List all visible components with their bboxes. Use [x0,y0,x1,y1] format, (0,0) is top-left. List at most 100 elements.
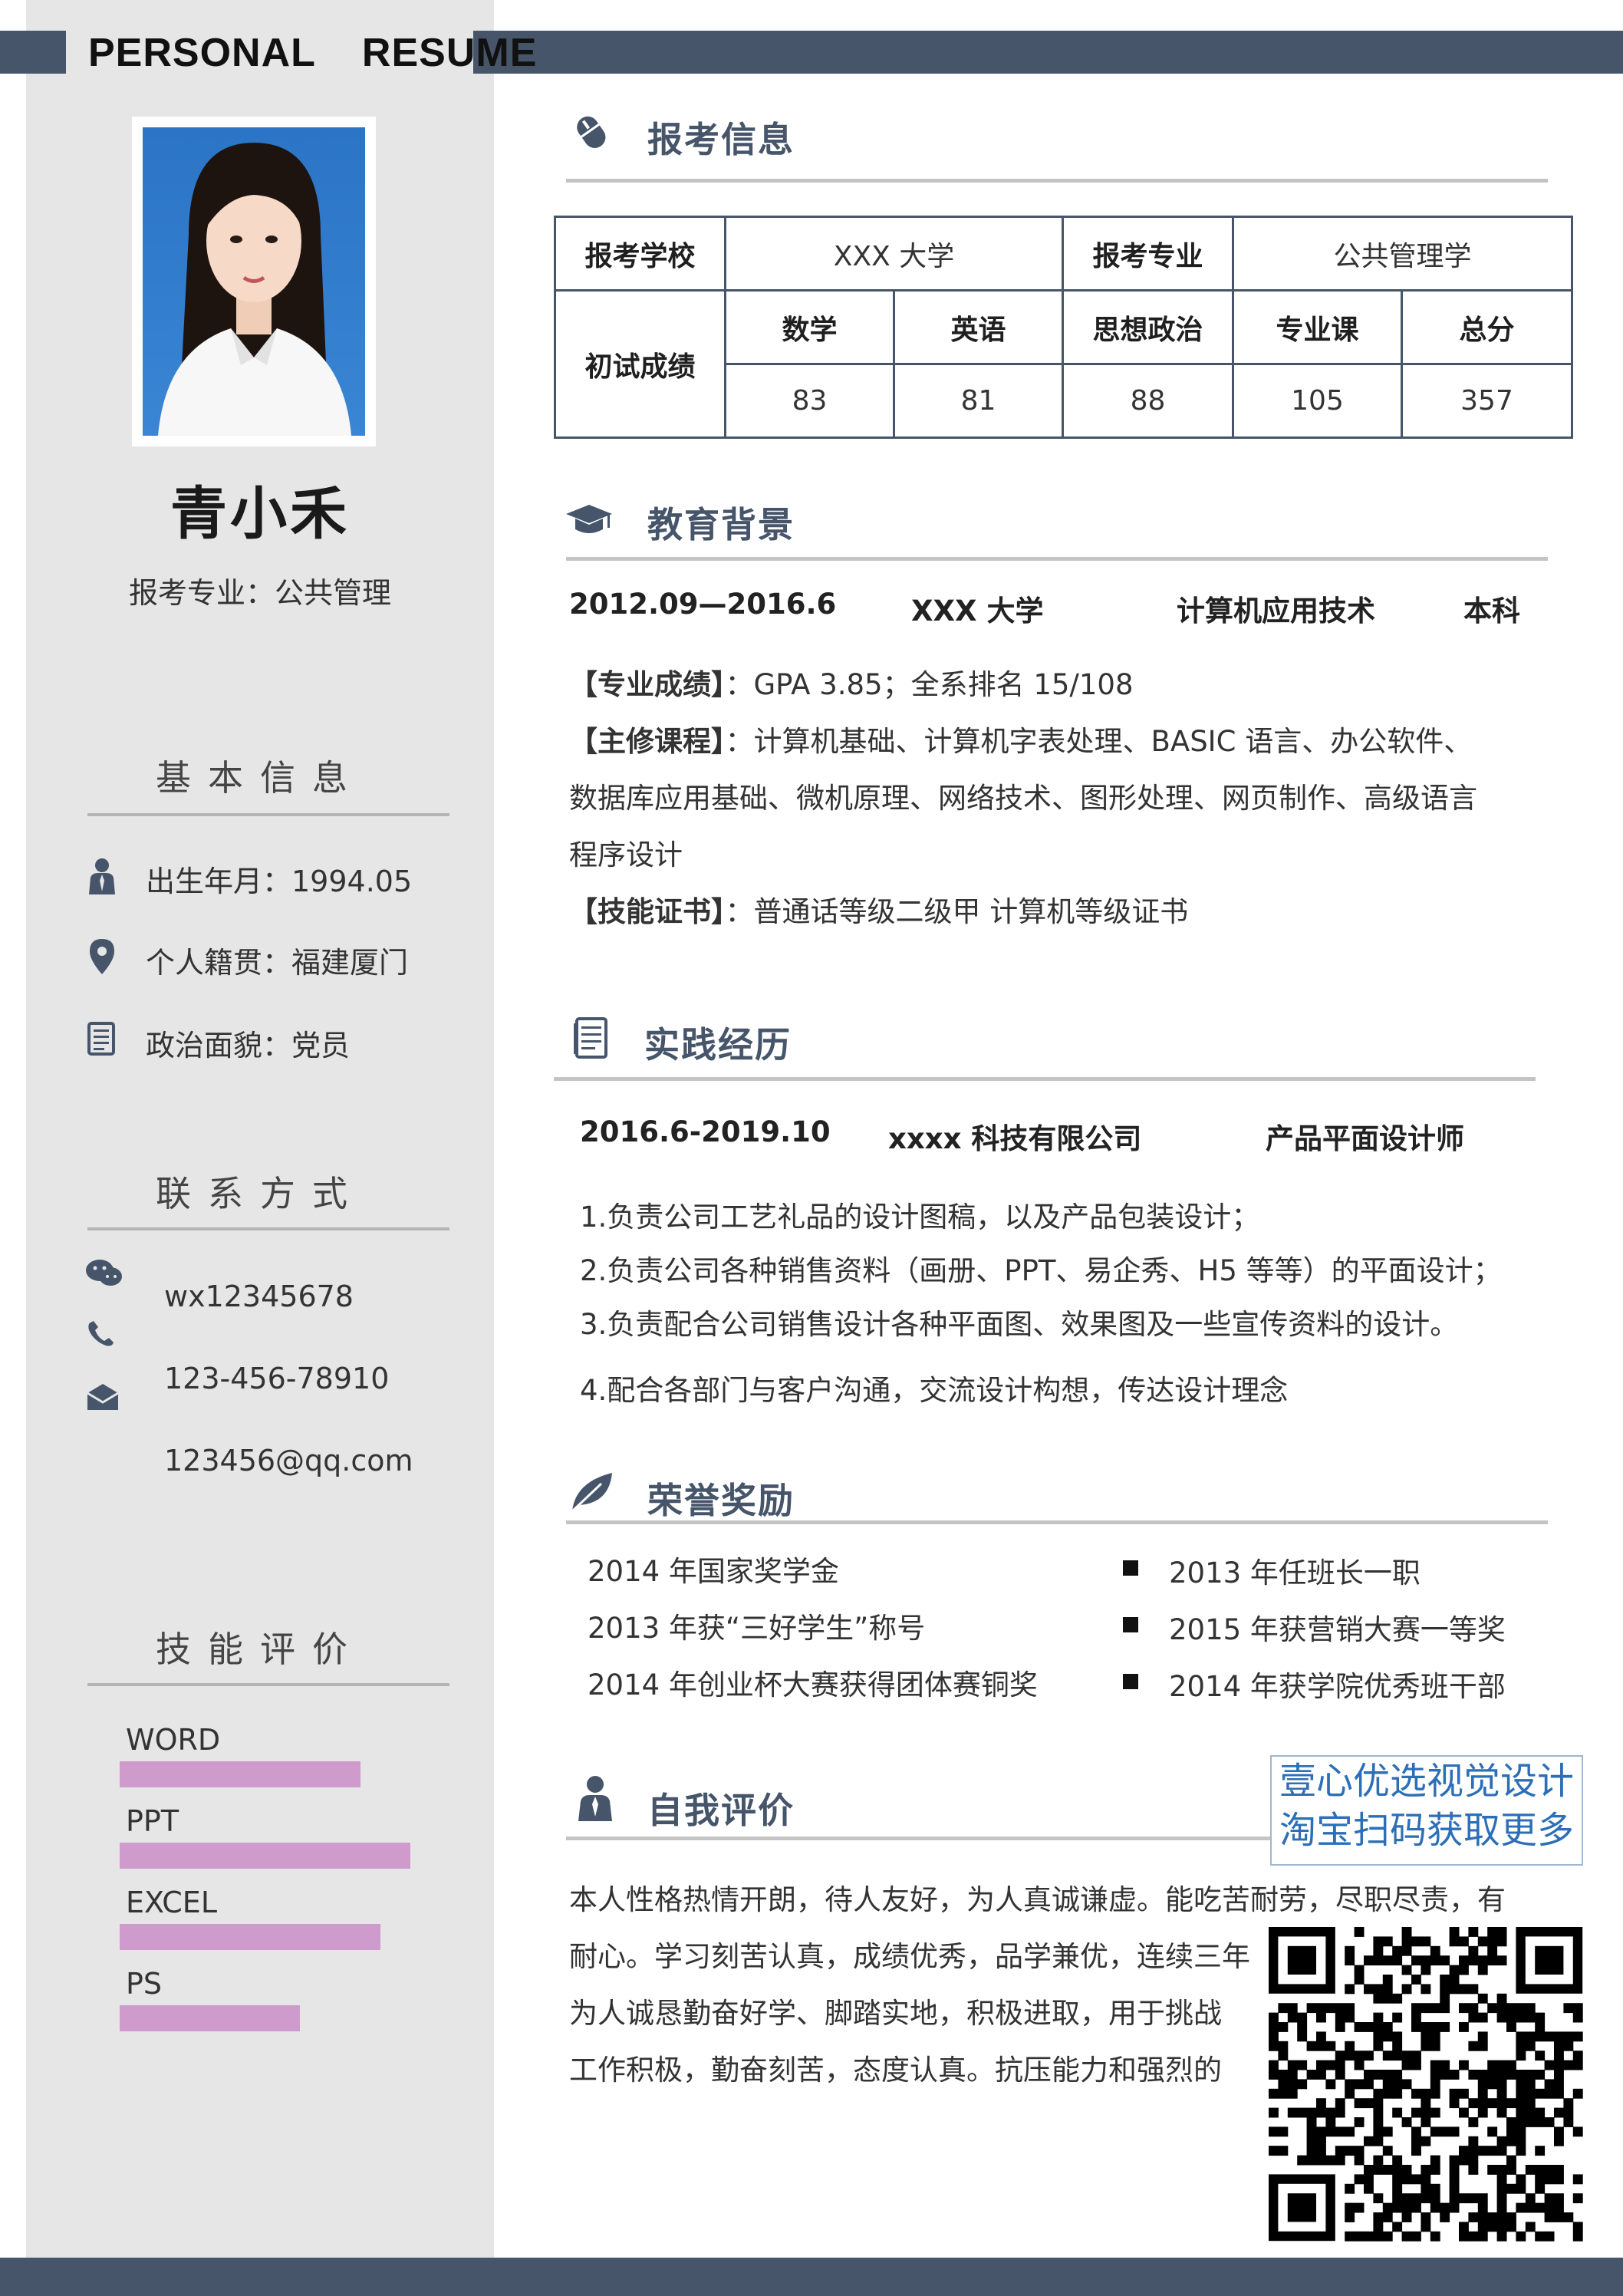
skill-level-bar [120,1843,410,1869]
cert-value: ：普通话等级二级甲 计算机等级证书 [725,895,1189,928]
practice-company: xxxx 科技有限公司 [888,1122,1142,1155]
gpa-value: ：GPA 3.85；全系排名 15/108 [725,668,1134,701]
mouse-icon [568,109,617,158]
courses-line-2: 数据库应用基础、微机原理、网络技术、图形处理、网页制作、高级语言 [569,782,1477,815]
honors-divider [566,1520,1548,1524]
top-bar-right [473,31,1623,74]
cert-line: 【技能证书】：普通话等级二级甲 计算机等级证书 [569,888,1188,930]
skill-label: PPT [126,1804,179,1838]
document-icon [84,1020,120,1056]
duty-item: 3.负责配合公司销售设计各种平面图、效果图及一些宣传资料的设计。 [580,1308,1459,1341]
duty-item: 4.配合各部门与客户沟通，交流设计构想，传达设计理念 [580,1374,1289,1407]
subject-cell: 数学 [724,289,895,365]
header-word-personal: PERSONAL [88,31,316,75]
school-label-cell: 报考学校 [554,216,726,292]
score-label-cell: 初试成绩 [554,289,726,439]
self-eval-line: 本人性格热情开朗，待人友好，为人真诚谦虚。能吃苦耐劳，尽职尽责，有 [569,1883,1506,1916]
self-eval-line: 工作积极，勤奋刻苦，态度认真。抗压能力和强烈的 [569,2054,1222,2087]
shop-watermark-box: 壹心优选视觉设计 淘宝扫码获取更多 [1270,1755,1583,1866]
education-heading: 教育背景 [647,504,795,545]
self-eval-heading: 自我评价 [647,1790,795,1831]
score-cell: 81 [893,363,1064,439]
duty-item: 1.负责公司工艺礼品的设计图稿，以及产品包装设计； [580,1201,1260,1234]
skill-level-bar [120,1924,380,1950]
skill-label: WORD [126,1723,221,1757]
top-bar-left [0,31,66,74]
practice-position: 产品平面设计师 [1266,1122,1464,1155]
major-label-cell: 报考专业 [1062,216,1234,292]
skill-label: PS [126,1967,163,2001]
subject-cell: 思想政治 [1062,289,1234,365]
school-value-cell: XXX 大学 [724,216,1064,292]
target-major: 报考专业：公共管理 [128,576,391,610]
basic-info-heading: 基本信息 [156,757,364,799]
education-degree: 本科 [1463,595,1520,628]
practice-period: 2016.6-2019.10 [580,1115,831,1148]
major-value-cell: 公共管理学 [1231,216,1574,292]
email-address: 123456@qq.com [164,1444,413,1477]
location-pin-icon [84,937,120,974]
duty-item: 2.负责公司各种销售资料（画册、PPT、易企秀、H5 等等）的平面设计； [580,1254,1502,1287]
score-cell: 83 [724,363,895,439]
birth-date: 出生年月：1994.05 [146,865,413,898]
courses-text-1: ：计算机基础、计算机字表处理、BASIC 语言、办公软件、 [725,725,1473,758]
honor-item: 2014 年创业杯大赛获得团体赛铜奖 [588,1668,1038,1701]
user-icon [571,1774,620,1823]
score-cell: 105 [1232,363,1403,439]
score-cell: 88 [1062,363,1234,439]
profile-photo [132,117,376,446]
subject-cell: 英语 [893,289,1064,365]
education-period: 2012.09—2016.6 [569,588,837,621]
education-divider [566,557,1548,561]
courses-line-3: 程序设计 [569,838,683,871]
contact-divider [87,1227,449,1230]
hometown: 个人籍贯：福建厦门 [146,946,409,980]
skills-heading: 技能评价 [156,1629,364,1670]
self-eval-line: 为人诚恳勤奋好学、脚踏实地，积极进取，用于挑战 [569,1997,1222,2030]
political-status: 政治面貌：党员 [146,1029,351,1062]
phone-number: 123-456-78910 [164,1362,390,1395]
candidate-name: 青小禾 [170,481,350,547]
honor-bullet [1123,1674,1138,1689]
phone-icon [84,1318,120,1353]
contact-heading: 联系方式 [156,1173,364,1214]
courses-label: 【主修课程】 [569,725,726,758]
exam-score-table: 报考学校 XXX 大学 报考专业 公共管理学 初试成绩 数学 英语 思想政治 专… [554,216,1574,439]
education-school: XXX 大学 [911,595,1044,628]
bottom-bar [0,2258,1623,2296]
photo-portrait-image [143,127,365,436]
gpa-line: 【专业成绩】：GPA 3.85；全系排名 15/108 [569,661,1134,703]
honor-item: 2014 年获学院优秀班干部 [1169,1670,1506,1703]
honor-item: 2013 年任班长一职 [1169,1556,1421,1589]
skill-level-bar [120,2005,300,2031]
person-icon [84,858,120,894]
honors-heading: 荣誉奖励 [647,1480,795,1521]
watermark-line-2: 淘宝扫码获取更多 [1279,1809,1574,1852]
graduation-cap-icon [565,496,614,545]
honor-item: 2014 年国家奖学金 [588,1555,839,1588]
mail-icon [84,1382,120,1418]
honor-bullet [1123,1560,1138,1576]
skill-label: EXCEL [126,1886,217,1919]
leaf-icon [568,1467,617,1516]
wechat-id: wx12345678 [164,1280,354,1313]
skill-level-bar [120,1761,360,1787]
resume-header-title: PERSONAL RESUME [88,26,537,80]
self-eval-line: 耐心。学习刻苦认真，成绩优秀，品学兼优，连续三年 [569,1940,1250,1973]
practice-heading: 实践经历 [644,1024,792,1066]
watermark-line-1: 壹心优选视觉设计 [1279,1760,1574,1803]
score-cell: 357 [1400,363,1574,439]
gpa-label: 【专业成绩】 [569,668,726,701]
wechat-icon [84,1258,122,1293]
qr-code-image[interactable] [1264,1922,1589,2254]
subject-cell: 总分 [1400,289,1574,365]
practice-divider [554,1077,1536,1081]
document-icon [568,1014,617,1063]
exam-info-heading: 报考信息 [647,119,795,160]
basic-info-divider [87,813,449,816]
honor-bullet [1123,1617,1138,1632]
header-word-resume: RESUME [361,31,538,75]
cert-label: 【技能证书】 [569,895,726,928]
subject-cell: 专业课 [1232,289,1403,365]
honor-item: 2015 年获营销大赛一等奖 [1169,1613,1506,1646]
